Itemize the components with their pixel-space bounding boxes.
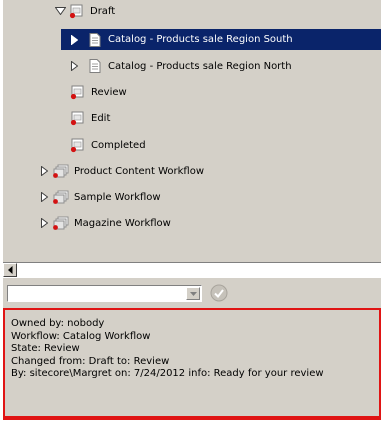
workflow-icon: [53, 163, 69, 179]
state-icon: [70, 137, 86, 153]
combo-dropdown-button[interactable]: [186, 287, 200, 300]
command-combobox[interactable]: [7, 285, 202, 302]
checkmark-circle-icon[interactable]: [210, 284, 228, 302]
tree-item-magazine-workflow[interactable]: Magazine Workflow: [37, 212, 337, 234]
tree-item-label: Catalog - Products sale Region South: [108, 34, 293, 45]
workflow-window: Draft Catalog - Products sale Region Sou…: [0, 0, 385, 423]
workflow-tree: Draft Catalog - Products sale Region Sou…: [3, 0, 381, 262]
state-icon: [70, 84, 86, 100]
scroll-left-button[interactable]: [3, 263, 17, 277]
state-icon: [69, 3, 85, 19]
tree-item-draft[interactable]: Draft: [53, 0, 353, 22]
highlight-underline: [3, 416, 381, 420]
tree-item-review[interactable]: Review: [70, 81, 270, 103]
tree-item-label: Sample Workflow: [74, 191, 161, 203]
document-icon: [87, 58, 103, 74]
tree-item-sample-workflow[interactable]: Sample Workflow: [37, 186, 337, 208]
tree-item-completed[interactable]: Completed: [70, 134, 270, 156]
tree-item-label: Product Content Workflow: [74, 165, 205, 177]
left-arrow-icon: [7, 266, 12, 274]
tree-item-label: Review: [91, 86, 127, 98]
workflow-icon: [53, 189, 69, 205]
tree-item-product-content-workflow[interactable]: Product Content Workflow: [37, 160, 337, 182]
tree-item-label: Magazine Workflow: [74, 217, 171, 229]
tree-item-edit[interactable]: Edit: [70, 107, 270, 129]
horizontal-scrollbar[interactable]: [3, 262, 381, 278]
document-icon: [87, 32, 103, 48]
command-toolbar: [3, 278, 381, 308]
tree-item-label: Catalog - Products sale Region North: [108, 60, 292, 72]
workflow-info-panel: Owned by: nobody Workflow: Catalog Workf…: [3, 308, 381, 418]
scrollbar-track[interactable]: [19, 263, 381, 278]
workflow-text: Workflow: Catalog Workflow: [11, 330, 151, 342]
chevron-down-icon: [189, 291, 197, 296]
tree-item-catalog-south[interactable]: Catalog - Products sale Region South: [61, 29, 381, 50]
expanded-triangle-icon[interactable]: [53, 4, 67, 18]
owned-by-text: Owned by: nobody: [11, 318, 105, 329]
state-text: State: Review: [11, 343, 80, 354]
tree-item-label: Draft: [90, 5, 116, 17]
workflow-icon: [53, 215, 69, 231]
collapsed-triangle-icon[interactable]: [37, 190, 51, 204]
history-text: By: sitecore\Margret on: 7/24/2012 info:…: [11, 368, 324, 379]
tree-item-label: Edit: [91, 112, 111, 124]
collapsed-triangle-icon[interactable]: [67, 59, 81, 73]
changed-from-text: Changed from: Draft to: Review: [11, 355, 170, 367]
state-icon: [70, 110, 86, 126]
collapsed-triangle-icon[interactable]: [37, 164, 51, 178]
collapsed-triangle-icon[interactable]: [37, 216, 51, 230]
collapsed-triangle-icon[interactable]: [67, 33, 81, 47]
tree-item-label: Completed: [91, 139, 146, 151]
tree-item-catalog-north[interactable]: Catalog - Products sale Region North: [61, 55, 381, 77]
